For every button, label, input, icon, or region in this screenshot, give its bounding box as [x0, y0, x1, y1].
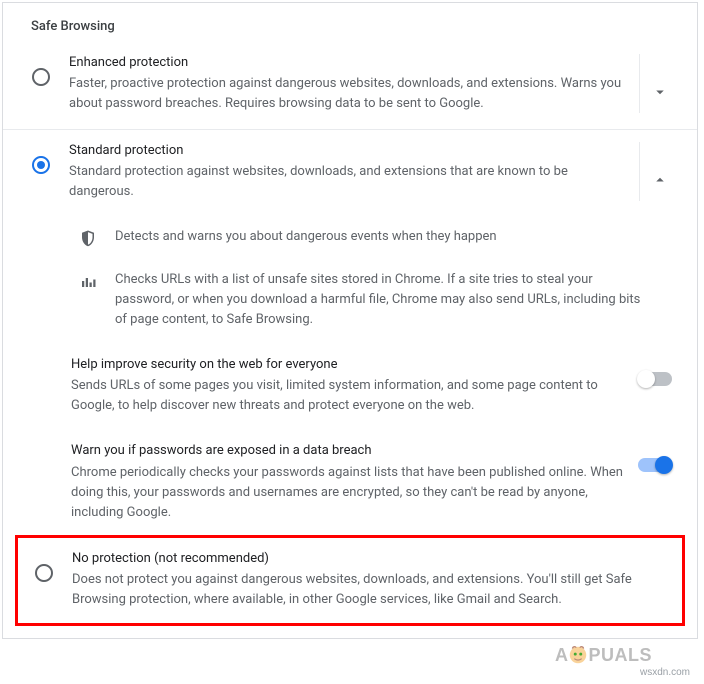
brand-post: PUALS	[588, 645, 652, 666]
standard-desc: Standard protection against websites, do…	[69, 162, 633, 201]
sub-help-improve: Help improve security on the web for eve…	[3, 342, 697, 428]
section-title: Safe Browsing	[3, 3, 697, 42]
option-body: No protection (not recommended) Does not…	[60, 550, 666, 609]
radio-wrap	[25, 142, 57, 174]
option-body: Standard protection Standard protection …	[57, 142, 633, 201]
detail-bars-text: Checks URLs with a list of unsafe sites …	[101, 270, 643, 330]
option-no-protection[interactable]: No protection (not recommended) Does not…	[18, 538, 682, 623]
radio-enhanced[interactable]	[32, 68, 50, 86]
expand-standard-col	[639, 142, 679, 201]
enhanced-title: Enhanced protection	[69, 54, 633, 72]
sub-text-col: Warn you if passwords are exposed in a d…	[71, 442, 633, 523]
site-watermark: wsxdn.com	[640, 667, 690, 678]
detail-shield: Detects and warns you about dangerous ev…	[3, 217, 697, 259]
none-desc: Does not protect you against dangerous w…	[72, 570, 666, 609]
help-desc: Sends URLs of some pages you visit, limi…	[71, 376, 623, 416]
expand-enhanced-col	[639, 54, 679, 113]
mascot-icon	[567, 644, 589, 666]
chevron-down-icon[interactable]	[651, 83, 669, 101]
help-title: Help improve security on the web for eve…	[71, 356, 623, 374]
radio-wrap	[25, 54, 57, 86]
chevron-up-icon[interactable]	[651, 171, 669, 189]
standard-title: Standard protection	[69, 142, 633, 160]
brand-watermark: A PUALS	[555, 644, 652, 666]
option-enhanced[interactable]: Enhanced protection Faster, proactive pr…	[3, 42, 697, 130]
toggle-help-improve[interactable]	[638, 372, 672, 386]
detail-shield-text: Detects and warns you about dangerous ev…	[101, 227, 643, 247]
shield-icon	[75, 227, 101, 247]
toggle-col	[633, 442, 677, 472]
sub-warn-passwords: Warn you if passwords are exposed in a d…	[3, 428, 697, 535]
none-title: No protection (not recommended)	[72, 550, 666, 568]
sub-text-col: Help improve security on the web for eve…	[71, 356, 633, 416]
highlight-no-protection: No protection (not recommended) Does not…	[15, 535, 685, 626]
toggle-col	[633, 356, 677, 386]
bars-icon	[75, 270, 101, 290]
brand-pre: A	[555, 645, 569, 666]
option-standard[interactable]: Standard protection Standard protection …	[3, 130, 697, 217]
radio-no-protection[interactable]	[35, 564, 53, 582]
warn-title: Warn you if passwords are exposed in a d…	[71, 442, 623, 460]
warn-desc: Chrome periodically checks your password…	[71, 463, 623, 523]
detail-bars: Checks URLs with a list of unsafe sites …	[3, 260, 697, 342]
safe-browsing-card: Safe Browsing Enhanced protection Faster…	[2, 2, 698, 639]
enhanced-desc: Faster, proactive protection against dan…	[69, 74, 633, 113]
radio-wrap	[28, 550, 60, 582]
radio-standard[interactable]	[32, 156, 50, 174]
option-body: Enhanced protection Faster, proactive pr…	[57, 54, 633, 113]
toggle-warn-passwords[interactable]	[638, 458, 672, 472]
